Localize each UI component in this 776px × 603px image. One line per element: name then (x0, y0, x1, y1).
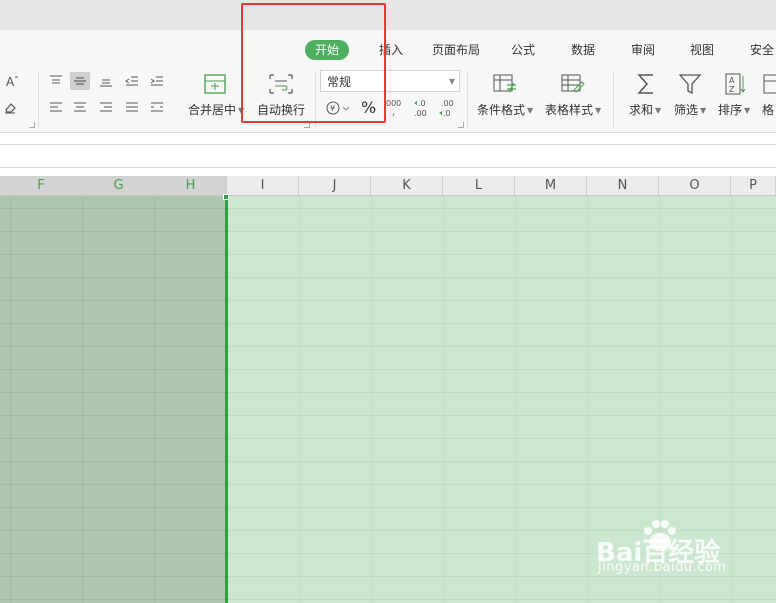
column-header-h[interactable]: H (155, 176, 227, 196)
tab-view[interactable]: 视图 (690, 40, 714, 60)
svg-text:.0: .0 (443, 109, 451, 118)
tab-security[interactable]: 安全 (750, 40, 774, 60)
sum-button[interactable]: 求和 ▼ (629, 101, 661, 118)
increase-decimal-icon[interactable]: .0.00 (412, 97, 434, 119)
decrease-indent-icon[interactable] (122, 72, 142, 90)
column-header-g[interactable]: G (83, 176, 155, 196)
format-label[interactable]: 格 (762, 101, 774, 118)
column-header-l[interactable]: L (443, 176, 515, 196)
merge-center-button[interactable]: 合并居中 ▼ (188, 101, 244, 118)
clear-format-icon[interactable] (2, 98, 22, 116)
percent-button[interactable]: % (361, 98, 376, 117)
merge-center-icon[interactable] (202, 72, 228, 96)
fill-handle[interactable] (223, 194, 229, 200)
alignment-group-launcher[interactable] (304, 122, 310, 128)
align-right-icon[interactable] (96, 98, 116, 116)
align-left-icon[interactable] (46, 98, 66, 116)
conditional-format-icon[interactable] (492, 72, 518, 96)
align-bottom-icon[interactable] (96, 72, 116, 90)
distributed-align-icon[interactable] (147, 98, 167, 116)
number-format-value: 常规 (327, 75, 352, 89)
format-icon[interactable] (762, 72, 776, 96)
currency-symbol: ¥ (330, 104, 335, 113)
spreadsheet-grid: F G H I J K L M N O P (0, 176, 776, 603)
svg-text:Z: Z (729, 85, 735, 94)
align-middle-icon[interactable] (70, 72, 90, 90)
filter-button[interactable]: 筛选 ▼ (674, 101, 706, 118)
svg-text:,: , (392, 107, 395, 118)
increase-indent-icon[interactable] (147, 72, 167, 90)
ribbon-tab-row: 开始 插入 页面布局 公式 数据 审阅 视图 安全 (0, 30, 776, 68)
sum-label: 求和 (629, 103, 654, 117)
column-header-k[interactable]: K (371, 176, 443, 196)
formula-bar[interactable] (0, 144, 776, 168)
thousands-separator-icon[interactable]: 000, (384, 97, 406, 119)
svg-text:A: A (6, 75, 15, 88)
align-center-icon[interactable] (70, 98, 90, 116)
selected-columns-range[interactable] (0, 196, 227, 603)
filter-label: 筛选 (674, 103, 699, 117)
column-header-m[interactable]: M (515, 176, 587, 196)
unselected-cells[interactable] (227, 196, 776, 603)
cell-area[interactable] (0, 194, 776, 603)
column-header-i[interactable]: I (227, 176, 299, 196)
number-format-select[interactable]: 常规 ▼ (320, 70, 460, 92)
table-style-label: 表格样式 (545, 103, 594, 117)
table-style-icon[interactable] (560, 72, 586, 96)
svg-text:.00: .00 (414, 109, 427, 118)
conditional-format-button[interactable]: 条件格式 ▼ (477, 101, 533, 118)
chevron-down-icon: ▼ (448, 77, 455, 86)
font-size-decrease-icon[interactable]: A (2, 72, 22, 90)
sort-icon[interactable]: AZ (722, 72, 748, 96)
selection-border (225, 196, 228, 603)
wrap-text-icon[interactable] (268, 72, 294, 96)
justify-icon[interactable] (122, 98, 142, 116)
currency-icon[interactable]: ¥ (325, 99, 351, 117)
number-group-launcher[interactable] (458, 122, 464, 128)
sort-button[interactable]: 排序 ▼ (718, 101, 750, 118)
decrease-decimal-icon[interactable]: .00.0 (437, 97, 459, 119)
ribbon-toolbar: A 合并居中 ▼ 自动换行 常规 ▼ ¥ % 000 , .0 .00 .00 … (0, 68, 776, 133)
align-top-icon[interactable] (46, 72, 66, 90)
column-header-n[interactable]: N (587, 176, 659, 196)
tab-formulas[interactable]: 公式 (511, 40, 535, 60)
svg-text:.0: .0 (418, 99, 426, 108)
column-header-f[interactable]: F (0, 176, 83, 196)
filter-icon[interactable] (677, 72, 703, 96)
merge-center-label: 合并居中 (188, 103, 237, 117)
svg-text:A: A (729, 76, 735, 85)
tab-data[interactable]: 数据 (571, 40, 595, 60)
column-header-j[interactable]: J (299, 176, 371, 196)
title-bar (0, 0, 776, 30)
tab-insert[interactable]: 插入 (379, 40, 403, 60)
conditional-format-label: 条件格式 (477, 103, 526, 117)
column-header-o[interactable]: O (659, 176, 731, 196)
sum-icon[interactable] (633, 72, 659, 96)
table-style-button[interactable]: 表格样式 ▼ (545, 101, 601, 118)
tab-home[interactable]: 开始 (305, 40, 350, 60)
svg-text:.00: .00 (441, 99, 454, 108)
wrap-text-label[interactable]: 自动换行 (257, 101, 305, 118)
column-header-p[interactable]: P (731, 176, 776, 196)
tab-review[interactable]: 审阅 (631, 40, 655, 60)
tab-page-layout[interactable]: 页面布局 (432, 40, 480, 60)
font-group-launcher[interactable] (29, 122, 35, 128)
sort-label: 排序 (718, 103, 743, 117)
